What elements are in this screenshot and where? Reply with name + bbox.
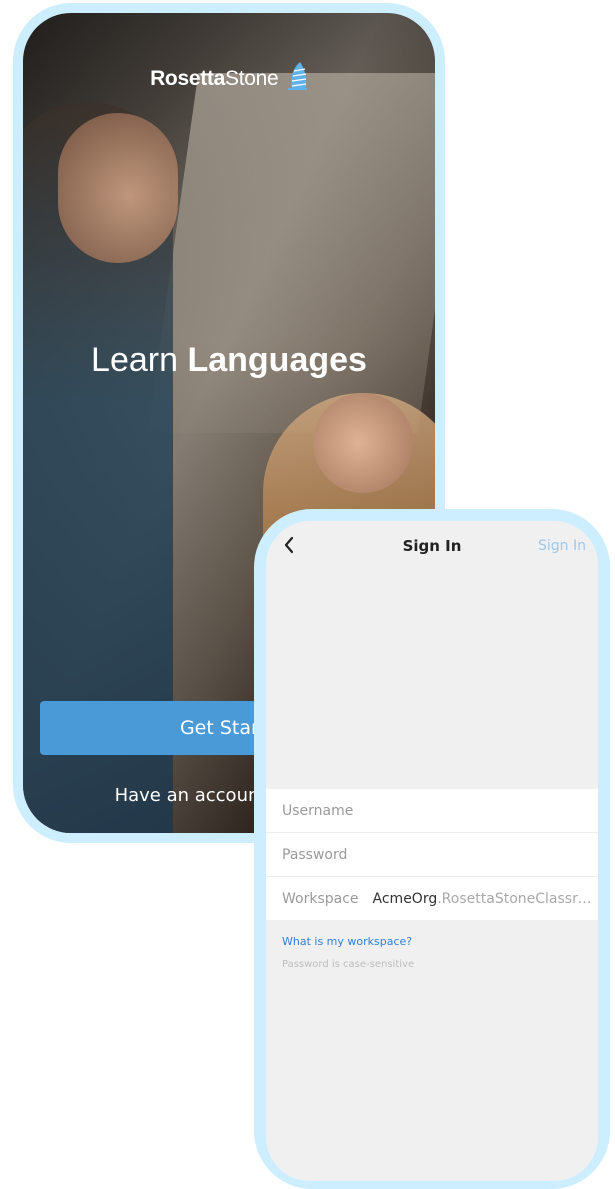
workspace-field[interactable]: Workspace AcmeOrg .RosettaStoneClassroom… — [266, 877, 598, 920]
logo-text-bold: Rosetta — [150, 67, 225, 90]
username-placeholder: Username — [282, 802, 354, 819]
workspace-label: Workspace — [282, 890, 359, 907]
hero-text-light: Learn — [91, 341, 179, 379]
workspace-domain-suffix: .RosettaStoneClassroom.com — [437, 890, 598, 907]
password-field[interactable]: Password — [266, 833, 598, 877]
password-case-note: Password is case-sensitive — [282, 959, 415, 970]
username-field[interactable]: Username — [266, 789, 598, 833]
password-placeholder: Password — [282, 846, 348, 863]
hero-text-bold: Languages — [187, 341, 367, 379]
sign-in-form: Username Password Workspace AcmeOrg .Ros… — [266, 789, 598, 920]
background-photo-man-head — [58, 113, 178, 263]
sail-icon — [287, 62, 307, 90]
rosetta-stone-logo: RosettaStone — [23, 61, 435, 91]
navigation-bar: Sign In Sign In — [266, 521, 598, 571]
background-photo-woman-head — [313, 393, 413, 493]
sign-in-action-button[interactable]: Sign In — [538, 538, 586, 554]
hero-heading: Learn Languages — [23, 341, 435, 380]
signin-phone-frame: Sign In Sign In Username Password Worksp… — [254, 509, 610, 1189]
what-is-my-workspace-link[interactable]: What is my workspace? — [282, 935, 412, 948]
logo-text-light: Stone — [224, 67, 279, 90]
signin-screen: Sign In Sign In Username Password Worksp… — [266, 521, 598, 1181]
workspace-org-value: AcmeOrg — [372, 890, 438, 907]
